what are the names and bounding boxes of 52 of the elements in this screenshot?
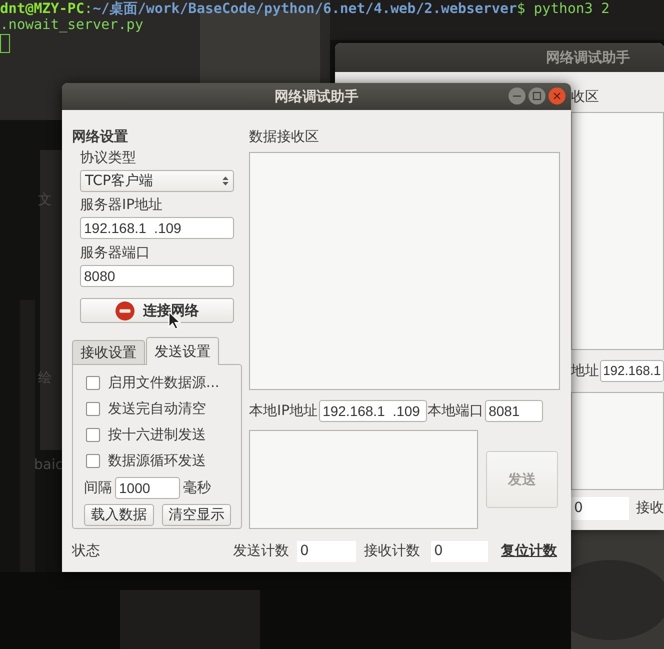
section-label: 数据接收区 <box>249 128 320 147</box>
option-label: 启用文件数据源... <box>108 374 220 392</box>
option-label: 发送完自动清空 <box>108 400 206 418</box>
load-data-button[interactable]: 载入数据 <box>84 504 154 526</box>
interval-field[interactable]: 1000 <box>115 477 180 499</box>
checkbox[interactable] <box>86 454 100 468</box>
minimize-icon <box>508 87 526 105</box>
status-label: 状态 <box>72 542 100 560</box>
text-cursor <box>0 34 10 53</box>
field-label: 间隔 <box>84 479 112 497</box>
count-label: 接收 <box>636 499 664 517</box>
terminal-line: dnt@MZY-PC:~/桌面/work/BaseCode/python/6.net/4.web/2.webserver$ python3 2 <box>0 1 610 17</box>
count-field: 0 <box>571 496 629 520</box>
count-field: 0 <box>297 540 356 562</box>
close-icon <box>548 87 566 105</box>
tab[interactable]: 接收设置 <box>72 340 145 364</box>
checkbox[interactable] <box>86 428 100 442</box>
unit-label: 毫秒 <box>183 479 211 497</box>
send-area[interactable] <box>571 392 664 490</box>
send-area[interactable] <box>249 430 478 529</box>
reset-link[interactable]: 复位计数 <box>501 542 557 560</box>
tab[interactable]: 发送设置 <box>146 337 219 365</box>
section-label: 收区 <box>571 88 600 106</box>
option-label: 按十六进制发送 <box>108 426 206 444</box>
maximize-icon <box>528 87 546 105</box>
protocol-dropdown[interactable]: TCP客户端 <box>80 170 234 192</box>
field-label: 地址 <box>571 362 599 380</box>
checkbox[interactable] <box>86 402 100 416</box>
server-port-field[interactable]: 8080 <box>80 265 234 287</box>
local-port-field[interactable]: 8081 <box>484 400 543 422</box>
checkbox[interactable] <box>86 376 100 390</box>
count-label: 接收计数 <box>364 542 420 560</box>
window-title: 网络调试助手 <box>546 48 630 66</box>
receive-area[interactable] <box>571 112 664 350</box>
field-label: 本地IP地址 <box>249 402 318 420</box>
local-ip-field[interactable]: 192.168.1 .109 <box>318 400 427 422</box>
field-label: 服务器IP地址 <box>80 196 164 214</box>
window-title: 网络调试助手 <box>274 88 358 106</box>
count-label: 发送计数 <box>233 542 289 560</box>
stop-icon <box>115 300 135 320</box>
server-ip-field[interactable]: 192.168.1 .109 <box>80 217 234 239</box>
option-label: 数据源循环发送 <box>108 452 206 470</box>
connect-button[interactable]: 连接网络 <box>80 298 234 323</box>
terminal-line: .nowait_server.py <box>0 17 144 33</box>
local-ip-field[interactable]: 192.168.1 <box>600 360 664 382</box>
field-label: 本地端口 <box>428 402 484 420</box>
spinner-arrows-icon <box>222 176 229 186</box>
count-field: 0 <box>431 540 488 562</box>
field-label: 协议类型 <box>80 149 137 167</box>
clear-display-button[interactable]: 清空显示 <box>162 504 231 526</box>
field-label: 服务器端口 <box>80 244 151 262</box>
section-heading: 网络设置 <box>72 128 129 147</box>
